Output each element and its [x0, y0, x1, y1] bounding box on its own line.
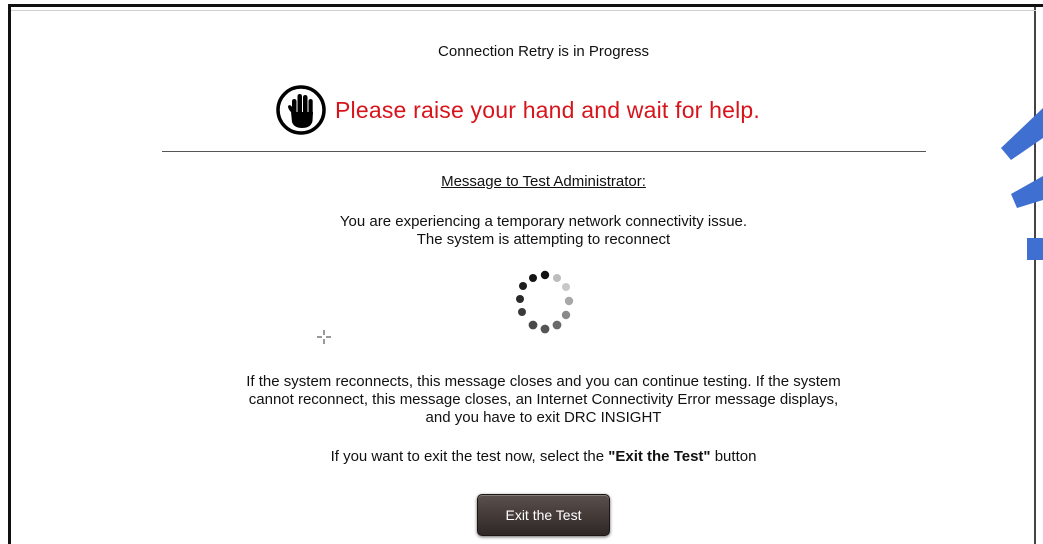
- overlay-marks: [995, 90, 1043, 280]
- raised-hand-icon: [275, 84, 327, 136]
- issue-line-1: You are experiencing a temporary network…: [339, 213, 748, 230]
- info-line-3: and you have to exit DRC INSIGHT: [425, 409, 662, 426]
- status-title: Connection Retry is in Progress: [438, 43, 649, 60]
- exit-instruction: If you want to exit the test now, select…: [11, 448, 1043, 465]
- exit-instruction-suffix: button: [710, 448, 757, 465]
- info-line-1: If the system reconnects, this message c…: [246, 373, 841, 390]
- exit-instruction-prefix: If you want to exit the test now, select…: [330, 448, 609, 465]
- top-edge-line: [11, 10, 1036, 11]
- loading-spinner-icon: [506, 265, 584, 343]
- raise-hand-banner: Please raise your hand and wait for help…: [275, 85, 760, 135]
- info-line-2: cannot reconnect, this message closes, a…: [248, 391, 839, 408]
- admin-message-heading: Message to Test Administrator:: [441, 173, 646, 190]
- app-window: Connection Retry is in Progress Please r…: [8, 4, 1043, 544]
- section-divider: [162, 151, 926, 152]
- crosshair-cursor-icon: [316, 329, 332, 345]
- connection-retry-dialog: Connection Retry is in Progress Please r…: [11, 7, 1036, 544]
- issue-line-2: The system is attempting to reconnect: [416, 231, 671, 248]
- exit-test-button[interactable]: Exit the Test: [477, 494, 610, 536]
- exit-instruction-button-name: "Exit the Test": [608, 448, 711, 465]
- help-message: Please raise your hand and wait for help…: [335, 96, 761, 123]
